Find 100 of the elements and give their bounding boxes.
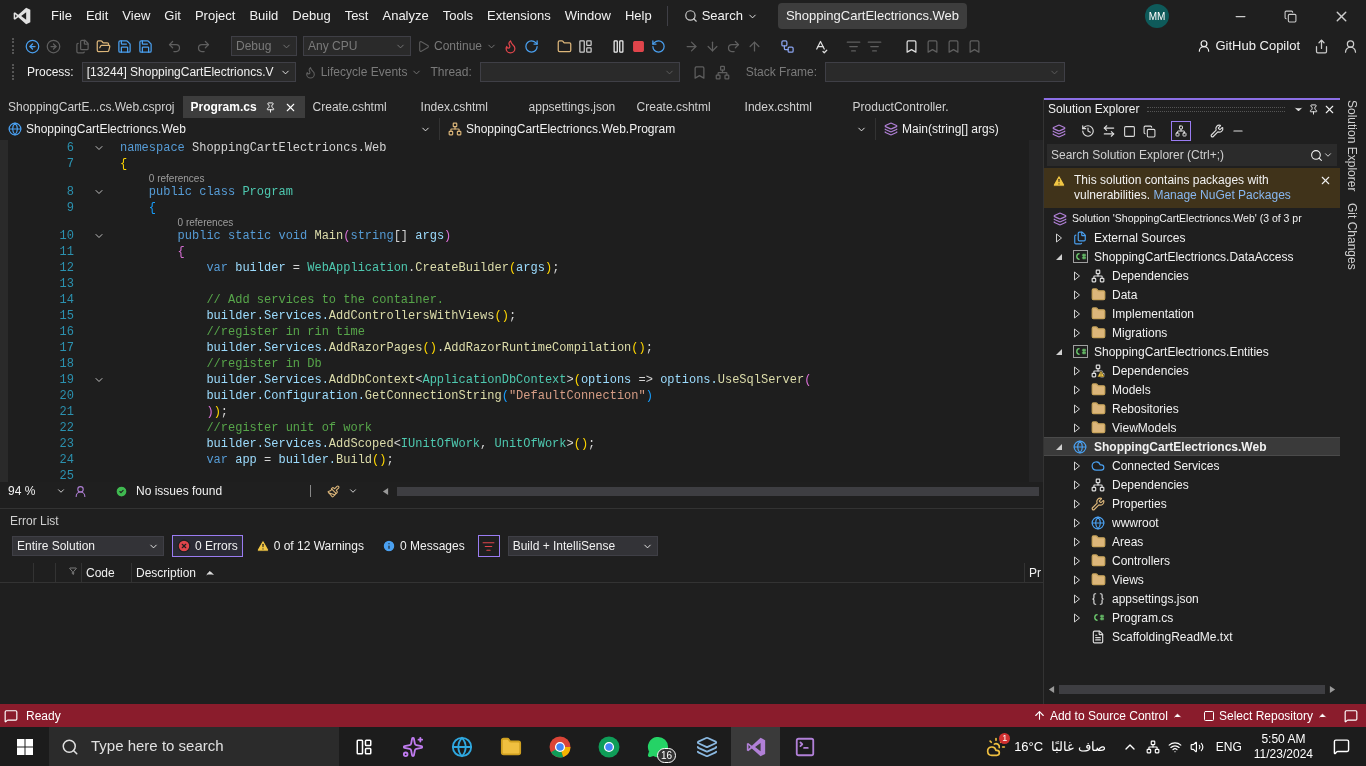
language-indicator[interactable]: ENG bbox=[1215, 737, 1242, 756]
side-tab[interactable]: Solution Explorer bbox=[1343, 100, 1361, 192]
source-dropdown[interactable]: Build + IntelliSense bbox=[507, 536, 658, 556]
properties-icon[interactable] bbox=[1210, 124, 1224, 138]
step-out-icon[interactable] bbox=[747, 38, 763, 54]
solution-node[interactable]: Solution 'ShoppingCartElectrioncs.Web' (3 of 3 pr bbox=[1072, 210, 1302, 227]
spell-check-icon[interactable] bbox=[813, 38, 829, 54]
sync-icon[interactable] bbox=[1102, 124, 1116, 138]
document-tab[interactable]: Create.cshtml bbox=[304, 96, 413, 118]
scroll-left-icon[interactable] bbox=[1048, 685, 1055, 693]
clock-date[interactable]: 11/23/2024 bbox=[1253, 746, 1313, 762]
menu-item[interactable]: File bbox=[44, 2, 79, 30]
sparkle-app-icon[interactable] bbox=[401, 735, 424, 758]
tree-item[interactable]: Implementation bbox=[1044, 304, 1340, 323]
process-dropdown[interactable]: [13244] ShoppingCartElectrioncs.V bbox=[81, 62, 296, 82]
tree-item[interactable]: Migrations bbox=[1044, 323, 1340, 342]
cleanup-brush-icon[interactable] bbox=[327, 484, 341, 498]
column-header[interactable]: Code bbox=[82, 563, 132, 582]
save-all-icon[interactable] bbox=[138, 38, 153, 54]
collapsed-arrow-icon[interactable] bbox=[1072, 574, 1082, 585]
document-tab[interactable]: ShoppingCartE...cs.Web.csproj bbox=[0, 96, 183, 118]
horizontal-scrollbar[interactable] bbox=[1059, 684, 1325, 694]
source-control-button[interactable]: Add to Source Control bbox=[1032, 706, 1183, 725]
show-all-files-icon[interactable] bbox=[1143, 124, 1156, 138]
volume-icon[interactable] bbox=[1189, 739, 1204, 754]
member-dropdown[interactable]: Main(string[] args) bbox=[876, 118, 1043, 140]
collapsed-arrow-icon[interactable] bbox=[1072, 479, 1082, 490]
menu-item[interactable]: Edit bbox=[78, 2, 116, 30]
undo-icon[interactable] bbox=[167, 38, 182, 54]
tree-item[interactable]: Data bbox=[1044, 285, 1340, 304]
filter-toggle-button[interactable]: 0 Messages bbox=[376, 535, 470, 557]
browser-icon[interactable] bbox=[450, 735, 473, 758]
refresh-icon[interactable] bbox=[524, 38, 540, 54]
pin-icon[interactable] bbox=[264, 101, 276, 113]
collapsed-arrow-icon[interactable] bbox=[1072, 384, 1082, 395]
tree-item[interactable]: External Sources bbox=[1044, 228, 1340, 247]
menu-item[interactable]: Extensions bbox=[480, 2, 558, 30]
step-arrow-icon[interactable] bbox=[684, 38, 700, 54]
notifications-icon[interactable] bbox=[1344, 708, 1358, 723]
menu-item[interactable]: Analyze bbox=[375, 2, 436, 30]
filter-toggle-button[interactable]: 0 of 12 Warnings bbox=[250, 535, 369, 557]
bookmark-icon[interactable] bbox=[904, 38, 920, 54]
collapsed-arrow-icon[interactable] bbox=[1072, 365, 1082, 376]
collapsed-arrow-icon[interactable] bbox=[1072, 289, 1082, 300]
tree-item[interactable]: Areas bbox=[1044, 532, 1340, 551]
taskbar-search-field[interactable]: Type here to search bbox=[49, 727, 339, 766]
weather-icon[interactable] bbox=[986, 736, 1007, 757]
share-icon[interactable] bbox=[1314, 38, 1329, 54]
task-view-icon[interactable] bbox=[354, 737, 373, 756]
tree-item[interactable]: ShoppingCartElectrioncs.DataAccess bbox=[1044, 247, 1340, 266]
collapsed-arrow-icon[interactable] bbox=[1072, 403, 1082, 414]
forward-icon[interactable] bbox=[46, 38, 61, 54]
tree-item[interactable]: Controllers bbox=[1044, 551, 1340, 570]
lifecycle-events-button[interactable]: Lifecycle Events bbox=[303, 63, 423, 81]
tree-item[interactable]: Rebositories bbox=[1044, 399, 1340, 418]
tree-item[interactable]: Views bbox=[1044, 570, 1340, 589]
tree-item[interactable]: Connected Services bbox=[1044, 456, 1340, 475]
menu-item[interactable]: Tools bbox=[435, 2, 481, 30]
zoom-dropdown[interactable]: 94 % bbox=[8, 482, 66, 500]
stop-icon[interactable] bbox=[632, 39, 646, 53]
clock-time[interactable]: 5:50 AM bbox=[1261, 731, 1306, 747]
manage-nuget-link[interactable]: Manage NuGet Packages bbox=[1153, 188, 1291, 202]
document-tab[interactable]: Create.cshtml bbox=[628, 96, 737, 118]
menu-item[interactable]: View bbox=[115, 2, 158, 30]
tree-item[interactable]: ShoppingCartElectrioncs.Entities bbox=[1044, 342, 1340, 361]
tree-item[interactable]: Dependencies bbox=[1044, 361, 1340, 380]
save-icon[interactable] bbox=[117, 38, 132, 54]
collapsed-arrow-icon[interactable] bbox=[1072, 460, 1082, 471]
redo-icon[interactable] bbox=[196, 38, 211, 54]
filter-toggle-button[interactable]: 0 Errors bbox=[172, 535, 243, 557]
document-tab[interactable]: Program.cs bbox=[182, 96, 305, 118]
notifications-icon[interactable] bbox=[1333, 738, 1350, 755]
tree-item[interactable]: ScaffoldingReadMe.txt bbox=[1044, 627, 1340, 646]
filter-options-button[interactable] bbox=[477, 535, 500, 557]
copilot-button[interactable]: GitHub Copilot bbox=[1197, 36, 1300, 56]
user-avatar[interactable]: MM bbox=[1145, 4, 1169, 28]
network-icon[interactable] bbox=[1145, 739, 1160, 754]
tree-item[interactable]: Dependencies bbox=[1044, 475, 1340, 494]
issues-status[interactable]: No issues found bbox=[136, 482, 223, 500]
vertical-scrollbar[interactable] bbox=[1029, 140, 1043, 482]
tree-item[interactable]: ViewModels bbox=[1044, 418, 1340, 437]
collapse-all-icon[interactable] bbox=[1123, 124, 1136, 138]
search-field[interactable]: Search Solution Explorer (Ctrl+;) bbox=[1047, 144, 1337, 166]
windows-logo-icon[interactable] bbox=[16, 738, 33, 755]
reference-count[interactable]: 0 references bbox=[148, 170, 205, 186]
collapsed-arrow-icon[interactable] bbox=[1072, 555, 1082, 566]
open-folder-icon[interactable] bbox=[96, 38, 111, 54]
menu-item[interactable]: Debug bbox=[285, 2, 338, 30]
restart-icon[interactable] bbox=[651, 38, 667, 54]
terminal-icon[interactable] bbox=[793, 735, 816, 758]
collapsed-arrow-icon[interactable] bbox=[1072, 498, 1082, 509]
document-tab[interactable]: ProductController. bbox=[844, 96, 957, 118]
restore-icon[interactable] bbox=[1284, 9, 1297, 23]
document-tab[interactable]: Index.cshtml bbox=[736, 96, 845, 118]
collapsed-arrow-icon[interactable] bbox=[1072, 308, 1082, 319]
scroll-left-icon[interactable] bbox=[382, 487, 390, 495]
collapsed-arrow-icon[interactable] bbox=[1072, 327, 1082, 338]
folder-app-icon[interactable] bbox=[499, 735, 522, 758]
view-toggle-button[interactable] bbox=[1171, 121, 1191, 141]
tree-item[interactable]: Models bbox=[1044, 380, 1340, 399]
